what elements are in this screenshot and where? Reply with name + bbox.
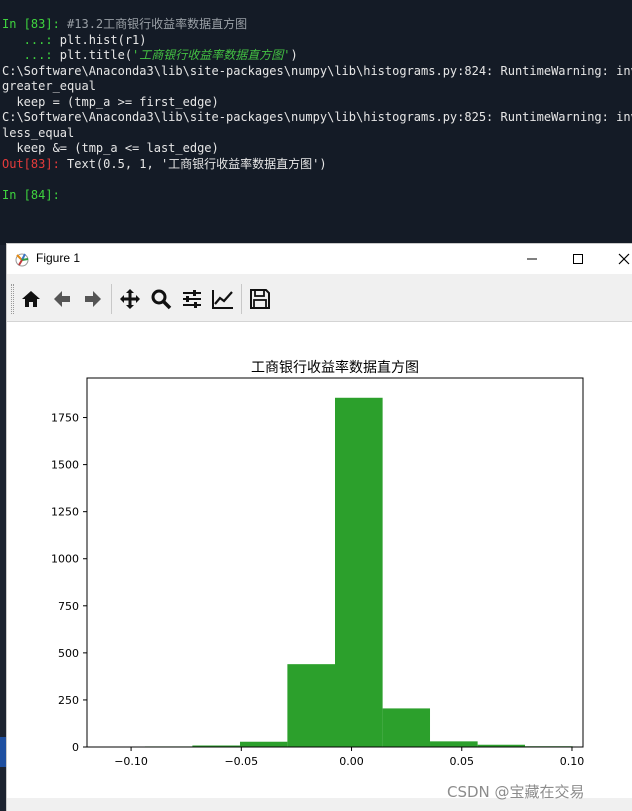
home-icon: [22, 291, 40, 307]
console-line-input-84[interactable]: In [84]:: [0, 188, 632, 204]
window-title: Figure 1: [36, 251, 81, 265]
matplotlib-logo-icon: [15, 253, 29, 267]
minimize-icon: [527, 258, 537, 260]
maximize-button[interactable]: [555, 244, 601, 274]
y-tick-label: 1500: [51, 459, 79, 472]
edit-axis-icon: [212, 290, 233, 309]
x-axis-ticks: −0.10 −0.05 0.00 0.05 0.10: [114, 747, 584, 768]
console-line-continuation: ...: plt.title('工商银行收益率数据直方图'): [0, 48, 632, 64]
window-titlebar[interactable]: Figure 1: [7, 244, 632, 274]
histogram-bar: [335, 397, 383, 747]
histogram-bar: [430, 741, 478, 747]
continuation-prompt: ...:: [2, 48, 60, 62]
toolbar-grip[interactable]: [11, 284, 14, 314]
navigation-toolbar: [7, 274, 632, 322]
minimize-button[interactable]: [509, 244, 555, 274]
continuation-prompt: ...:: [2, 32, 60, 47]
warning-line: keep = (tmp_a >= first_edge): [2, 94, 219, 109]
y-tick-label: 1000: [51, 553, 79, 566]
ipython-console[interactable]: In [83]: #13.2工商银行收益率数据直方图 ...: plt.hist…: [0, 0, 632, 245]
back-button[interactable]: [50, 287, 74, 311]
code-text: plt.title(: [59, 48, 133, 62]
histogram-bar: [287, 664, 335, 747]
y-tick-label: 1250: [51, 506, 79, 519]
console-line-output-83: Out[83]: Text(0.5, 1, '工商银行收益率数据直方图'): [0, 157, 632, 173]
save-button[interactable]: [248, 287, 272, 311]
zoom-button[interactable]: [149, 287, 173, 311]
figure-canvas[interactable]: 工商银行收益率数据直方图 −0.10 −0.05 0.00 0.05 0.10 0 250…: [7, 322, 632, 798]
x-tick-label: −0.10: [114, 755, 148, 768]
y-tick-label: 750: [58, 600, 79, 613]
x-tick-label: 0.00: [339, 755, 364, 768]
maximize-icon: [573, 254, 583, 264]
warning-line: C:\Software\Anaconda3\lib\site-packages\…: [2, 63, 632, 78]
output-prompt: Out[83]:: [2, 156, 68, 171]
close-icon: [618, 253, 630, 265]
code-text: ): [290, 48, 298, 62]
histogram-bar: [382, 708, 431, 747]
forward-button[interactable]: [81, 287, 105, 311]
console-line-continuation: ...: plt.hist(r1): [0, 33, 632, 49]
y-axis-ticks: 0 250 500 750 1000 1250 1500 1750: [51, 412, 87, 754]
watermark: CSDN @宝藏在交易: [447, 783, 585, 801]
y-tick-label: 1750: [51, 412, 79, 425]
edit-axis-button[interactable]: [211, 287, 235, 311]
code-text: plt.hist(r1): [59, 32, 147, 47]
configure-subplots-icon: [183, 290, 201, 308]
output-text: Text(0.5, 1, '工商银行收益率数据直方图'): [67, 156, 327, 171]
close-button[interactable]: [601, 244, 632, 274]
forward-arrow-icon: [85, 291, 101, 307]
warning-line: less_equal: [2, 125, 75, 140]
x-tick-label: −0.05: [224, 755, 258, 768]
home-button[interactable]: [19, 287, 43, 311]
histogram-bar: [239, 741, 288, 747]
warning-line: greater_equal: [2, 79, 96, 93]
y-tick-label: 0: [72, 741, 79, 754]
histogram-chart: 工商银行收益率数据直方图 −0.10 −0.05 0.00 0.05 0.10 0 250…: [51, 359, 584, 768]
input-prompt: In [83]:: [2, 17, 68, 31]
warning-line: C:\Software\Anaconda3\lib\site-packages\…: [2, 110, 632, 124]
pan-icon: [120, 289, 140, 309]
y-tick-label: 500: [58, 647, 79, 660]
save-icon: [250, 289, 270, 309]
chart-title: 工商银行收益率数据直方图: [251, 359, 419, 376]
warning-line: keep &= (tmp_a <= last_edge): [2, 141, 219, 155]
back-arrow-icon: [54, 291, 70, 307]
pan-button[interactable]: [118, 287, 142, 311]
toolbar-separator: [241, 284, 242, 314]
bars-layer: [97, 397, 573, 747]
x-tick-label: 0.05: [450, 755, 475, 768]
zoom-icon: [151, 289, 172, 310]
configure-subplots-button[interactable]: [180, 287, 204, 311]
x-tick-label: 0.10: [560, 755, 585, 768]
y-tick-label: 250: [58, 694, 79, 707]
toolbar-separator: [111, 284, 112, 314]
code-comment: #13.2工商银行收益率数据直方图: [67, 17, 248, 31]
code-string: '工商银行收益率数据直方图': [132, 48, 291, 62]
figure-window[interactable]: Figure 1 工商银行收益率数据直方图 −0.10 −0.05 0.00 0…: [6, 243, 632, 811]
input-prompt: In [84]:: [2, 187, 60, 202]
console-line-input-83: In [83]: #13.2工商银行收益率数据直方图: [0, 17, 632, 33]
